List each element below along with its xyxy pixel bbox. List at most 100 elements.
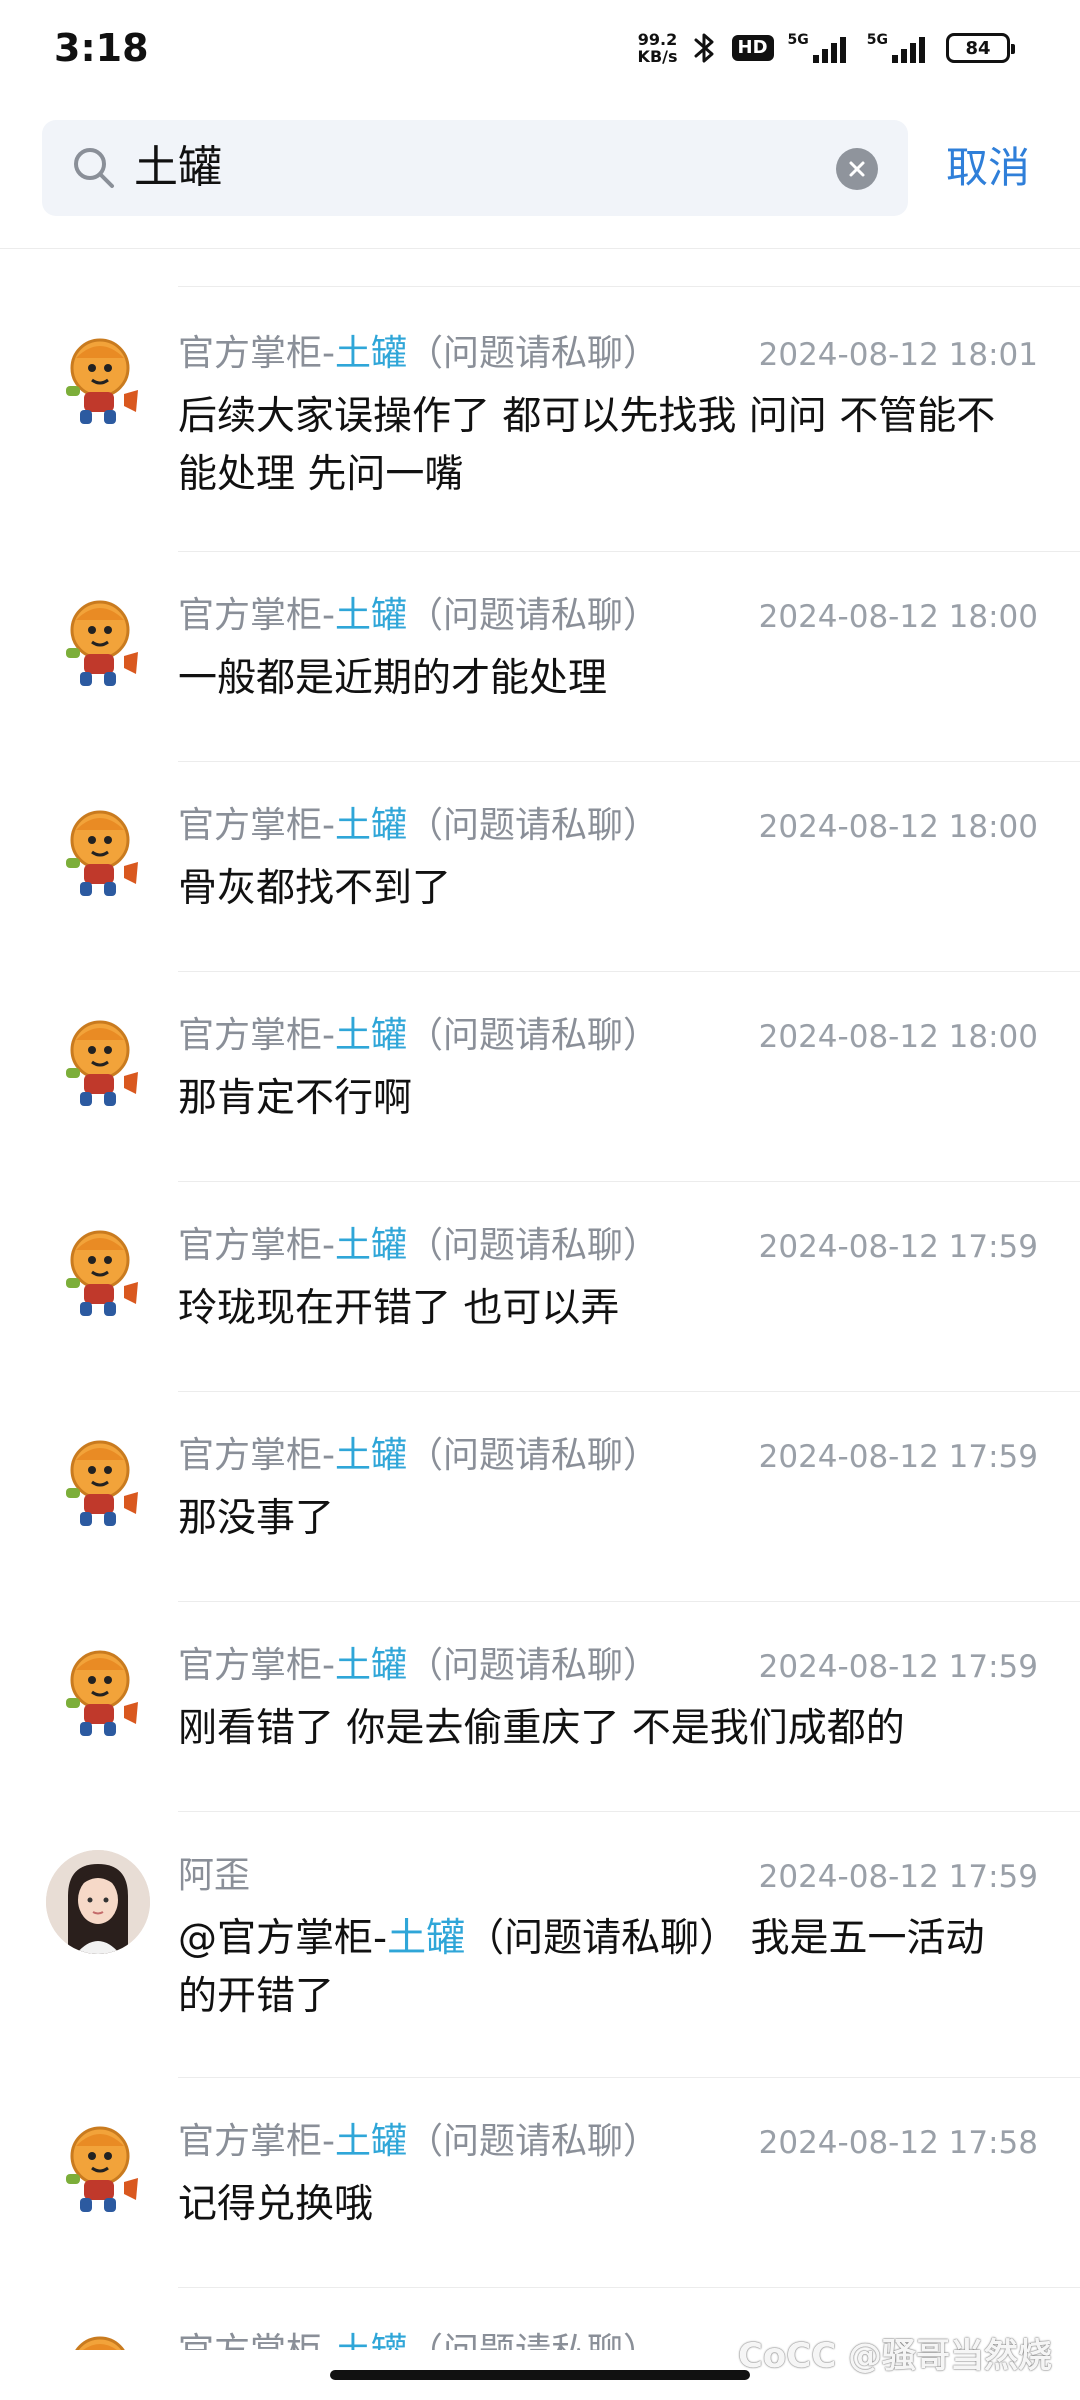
sender-name: 官方掌柜-土罐（问题请私聊） — [178, 802, 659, 850]
status-time: 3:18 — [54, 26, 149, 70]
sender-suffix: （问题请私聊） — [407, 2121, 660, 2162]
sender-suffix: （问题请私聊） — [407, 1645, 660, 1686]
search-header: 取消 — [0, 108, 1080, 249]
home-indicator[interactable] — [330, 2370, 750, 2380]
sender-prefix: 官方掌柜- — [178, 2331, 335, 2350]
sender-highlight: 土罐 — [335, 1015, 408, 1056]
signal-1-icon: 5G — [788, 33, 853, 63]
message-text: 记得兑换哦 — [178, 2182, 374, 2227]
mascot-avatar[interactable] — [46, 800, 150, 904]
sender-highlight: 土罐 — [335, 2331, 407, 2350]
message-item[interactable]: 官方掌柜-土罐（问题请私聊） 2024-08-12 18:00 一般都是近期的才… — [0, 552, 1080, 762]
search-input[interactable] — [134, 138, 774, 198]
girl-avatar[interactable] — [46, 1850, 150, 1954]
net-speed-value: 99.2 — [637, 30, 678, 49]
mascot-avatar[interactable] — [46, 590, 150, 694]
sender-highlight: 土罐 — [335, 2121, 408, 2162]
sender-name: 官方掌柜-土罐（问题请私聊） — [178, 2328, 659, 2350]
message-time: 2024-08-12 18:00 — [758, 1019, 1038, 1055]
message-time: 2024-08-12 17:58 — [758, 2125, 1038, 2161]
cancel-button[interactable]: 取消 — [946, 138, 1030, 198]
mascot-avatar[interactable] — [46, 328, 150, 432]
message-time: 2024-08-12 18:00 — [758, 599, 1038, 635]
message-text: @官方掌柜-土罐（问题请私聊） 我是五一活动的开错了 — [178, 1910, 1018, 2026]
mascot-avatar[interactable] — [46, 1010, 150, 1114]
message-text: 骨灰都找不到了 — [178, 866, 452, 911]
sender-name: 官方掌柜-土罐（问题请私聊） — [178, 1642, 659, 1690]
sender-highlight: 土罐 — [335, 805, 408, 846]
message-item[interactable]: 官方掌柜-土罐（问题请私聊） 2024-08-12 18:01 后续大家误操作了… — [0, 290, 1080, 552]
message-time: 2024-08-12 17:59 — [758, 1229, 1038, 1265]
search-box[interactable] — [42, 120, 908, 216]
status-bar: 3:18 99.2 KB/s HD 5G 5G 84 — [0, 0, 1080, 108]
sender-prefix: 官方掌柜- — [178, 1645, 335, 1686]
sender-suffix: （问题请私聊） — [407, 2331, 659, 2350]
sender-highlight: 土罐 — [335, 595, 408, 636]
message-text: 刚看错了 你是去偷重庆了 不是我们成都的 — [178, 1706, 905, 1751]
sender-name: 官方掌柜-土罐（问题请私聊） — [178, 1222, 659, 1270]
sender-name: 官方掌柜-土罐（问题请私聊） — [178, 592, 659, 640]
signal-1-label: 5G — [787, 32, 809, 48]
sender-prefix: 官方掌柜- — [178, 805, 335, 846]
mascot-avatar[interactable] — [46, 1640, 150, 1744]
clear-search-button[interactable] — [836, 148, 878, 190]
mascot-avatar[interactable] — [46, 1430, 150, 1534]
net-speed-unit: KB/s — [637, 47, 678, 66]
message-item[interactable]: 官方掌柜-土罐（问题请私聊） 2024-08-12 17:58 记得兑换哦 — [0, 2078, 1080, 2288]
message-text: 后续大家误操作了 都可以先找我 问问 不管能不能处理 先问一嘴 — [178, 394, 996, 497]
bluetooth-icon — [692, 30, 718, 66]
sender-highlight: 土罐 — [335, 1225, 408, 1266]
sender-suffix: （问题请私聊） — [407, 1435, 660, 1476]
message-item[interactable]: 官方掌柜-土罐（问题请私聊） 2024-08-12 17:59 玲珑现在开错了 … — [0, 1182, 1080, 1392]
message-time: 2024-08-12 17:59 — [758, 1649, 1038, 1685]
message-text: 那没事了 — [178, 1496, 335, 1541]
mascot-avatar[interactable] — [46, 2116, 150, 2220]
message-item[interactable]: 官方掌柜-土罐（问题请私聊） 2024-08-12 17:59 那没事了 — [0, 1392, 1080, 1602]
message-text: 一般都是近期的才能处理 — [178, 656, 608, 701]
sender-name: 官方掌柜-土罐（问题请私聊） — [178, 1012, 659, 1060]
mascot-avatar[interactable] — [46, 1220, 150, 1324]
message-item[interactable]: 官方掌柜-土罐（问题请私聊） 2024-08-12 18:00 那肯定不行啊 — [0, 972, 1080, 1182]
sender-prefix: 官方掌柜- — [178, 1435, 335, 1476]
sender-highlight: 土罐 — [335, 1645, 408, 1686]
signal-2-label: 5G — [866, 32, 888, 48]
message-item[interactable]: 官方掌柜-土罐（问题请私聊） 2024-08-12 18:00 骨灰都找不到了 — [0, 762, 1080, 972]
search-icon — [70, 144, 118, 192]
signal-2-icon: 5G — [867, 33, 932, 63]
mention-highlight: 土罐 — [387, 1916, 466, 1961]
message-time: 2024-08-12 18:01 — [758, 337, 1038, 373]
mention-suffix: （问题请私聊） — [465, 1916, 739, 1961]
sender-prefix: 官方掌柜- — [178, 1225, 335, 1266]
battery-level: 84 — [965, 37, 991, 59]
mascot-avatar[interactable] — [46, 2326, 150, 2350]
sender-name: 阿歪 — [178, 1855, 251, 1896]
message-time: 2024-08-12 18:00 — [758, 809, 1038, 845]
sender-suffix: （问题请私聊） — [407, 333, 660, 374]
status-icons: 99.2 KB/s HD 5G 5G 84 — [638, 30, 1015, 66]
sender-prefix: 官方掌柜- — [178, 595, 335, 636]
net-speed: 99.2 KB/s — [638, 31, 678, 65]
battery-icon: 84 — [946, 33, 1015, 63]
sender-highlight: 土罐 — [335, 333, 408, 374]
sender-name: 官方掌柜-土罐（问题请私聊） — [178, 330, 659, 378]
search-results-list[interactable]: 官方掌柜-土罐（问题请私聊） 2024-08-12 18:01 后续大家误操作了… — [0, 250, 1080, 2350]
message-text: 玲珑现在开错了 也可以弄 — [178, 1286, 620, 1331]
mention-prefix: @官方掌柜- — [178, 1916, 388, 1961]
message-item[interactable]: 阿歪 2024-08-12 17:59 @官方掌柜-土罐（问题请私聊） 我是五一… — [0, 1812, 1080, 2078]
sender-suffix: （问题请私聊） — [407, 595, 660, 636]
hd-voice-icon: HD — [731, 35, 774, 61]
message-text: 那肯定不行啊 — [178, 1076, 413, 1121]
watermark: CoCC @骚哥当然烧 — [737, 2336, 1052, 2376]
message-time: 2024-08-12 17:59 — [758, 1439, 1038, 1475]
sender-suffix: （问题请私聊） — [407, 1225, 660, 1266]
message-time: 2024-08-12 17:59 — [758, 1859, 1038, 1895]
sender-prefix: 官方掌柜- — [178, 333, 335, 374]
divider — [178, 286, 1080, 287]
message-item[interactable]: 官方掌柜-土罐（问题请私聊） 2024-08-12 17:59 刚看错了 你是去… — [0, 1602, 1080, 1812]
sender-name: 官方掌柜-土罐（问题请私聊） — [178, 2118, 659, 2166]
sender-suffix: （问题请私聊） — [407, 805, 660, 846]
close-icon — [849, 161, 865, 177]
sender-name: 官方掌柜-土罐（问题请私聊） — [178, 1432, 659, 1480]
sender-prefix: 官方掌柜- — [178, 2121, 335, 2162]
sender-highlight: 土罐 — [335, 1435, 408, 1476]
